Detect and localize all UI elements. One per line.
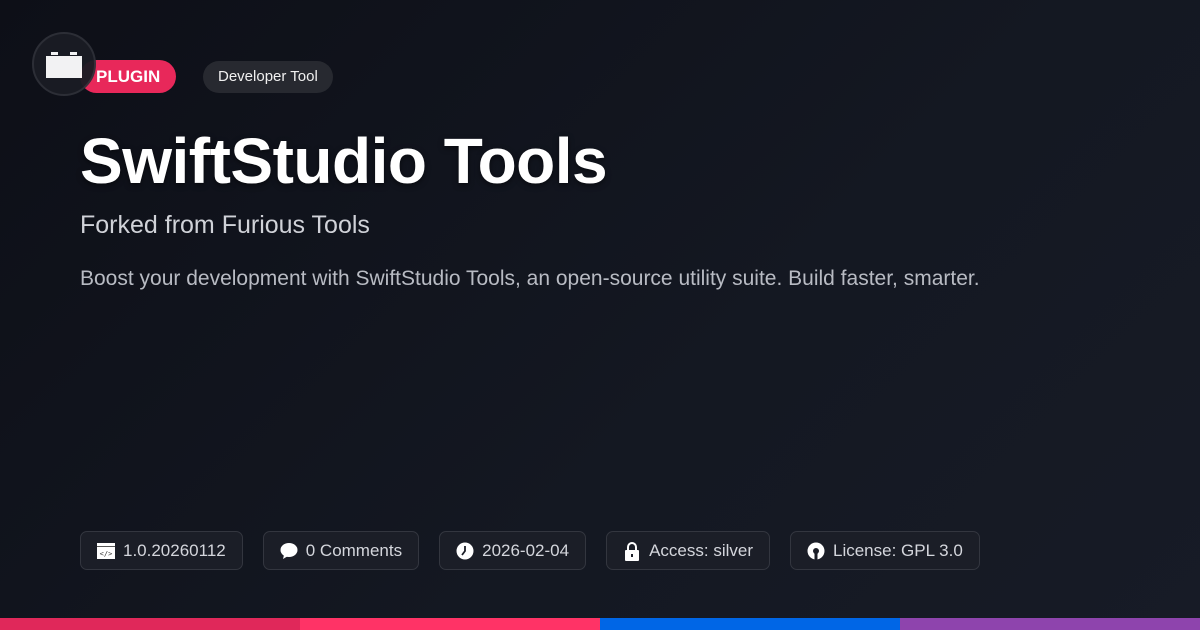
code-window-icon: </> [97, 542, 115, 560]
open-source-icon [807, 542, 825, 560]
accent-bar-4 [900, 618, 1200, 630]
category-badge[interactable]: Developer Tool [203, 61, 333, 93]
page-title: SwiftStudio Tools [80, 125, 608, 197]
meta-row: </> 1.0.20260112 0 Comments 2026-02-04 A… [80, 531, 980, 570]
access-text: Access: silver [649, 540, 753, 560]
license-text: License: GPL 3.0 [833, 540, 963, 560]
svg-text:</>: </> [100, 550, 113, 558]
clock-icon [456, 542, 474, 560]
comment-icon [280, 542, 298, 560]
version-text: 1.0.20260112 [123, 540, 226, 560]
description: Boost your development with SwiftStudio … [80, 267, 980, 290]
accent-bar-1 [0, 618, 300, 630]
version-pill: </> 1.0.20260112 [80, 531, 243, 570]
comments-pill[interactable]: 0 Comments [262, 531, 420, 570]
date-pill: 2026-02-04 [439, 531, 587, 570]
access-pill: Access: silver [606, 531, 770, 570]
comments-text: 0 Comments [305, 540, 403, 560]
accent-bar-2 [300, 618, 600, 630]
accent-bar-3 [600, 618, 900, 630]
plugin-logo-icon [32, 32, 96, 96]
date-text: 2026-02-04 [482, 540, 570, 560]
subtitle: Forked from Furious Tools [80, 211, 370, 239]
license-pill: License: GPL 3.0 [790, 531, 980, 570]
lock-icon [623, 541, 641, 561]
